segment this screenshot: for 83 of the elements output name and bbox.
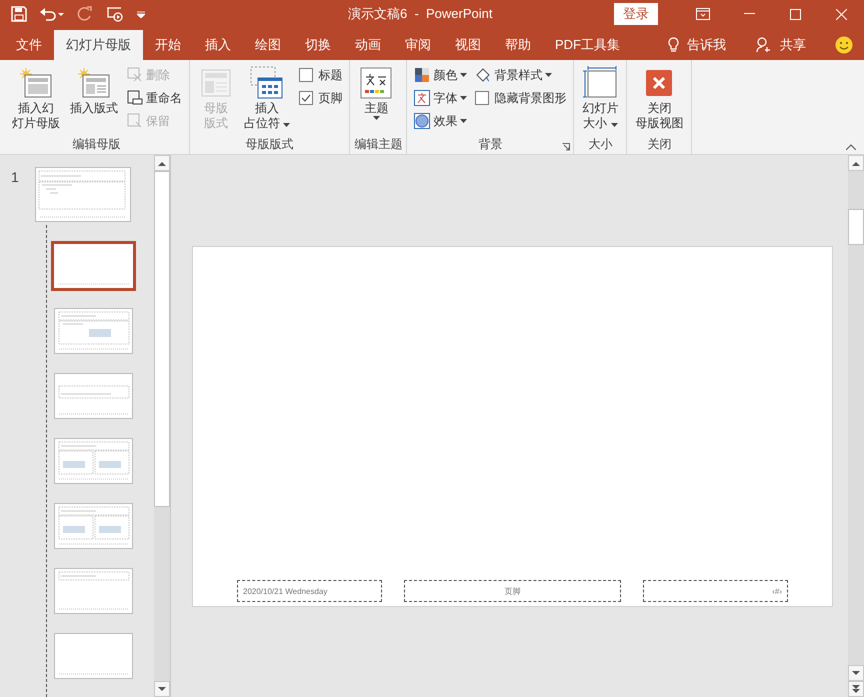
date-placeholder[interactable]: 2020/10/21 Wednesday xyxy=(237,580,382,602)
share-button[interactable]: 共享 xyxy=(744,36,820,54)
ribbon-checkbox[interactable]: 页脚 xyxy=(296,87,346,109)
ribbon-tab[interactable]: PDF工具集 xyxy=(543,30,632,60)
dialog-launcher-icon[interactable] xyxy=(562,143,570,151)
ribbon-button[interactable]: 关闭 母版视图 xyxy=(631,63,688,136)
slide-thumbnail[interactable] xyxy=(54,568,133,614)
ribbon-button[interactable]: 效果 xyxy=(411,110,470,132)
ribbon-button[interactable]: 颜色 xyxy=(411,64,470,86)
ribbon-tab[interactable]: 审阅 xyxy=(393,30,443,60)
footer-placeholder[interactable]: 页脚 xyxy=(404,580,621,602)
preserve-icon xyxy=(127,113,143,129)
ribbon-checkbox[interactable]: 隐藏背景图形 xyxy=(472,87,570,109)
scroll-up-button[interactable] xyxy=(154,155,170,171)
ribbon-button[interactable]: 重命名 xyxy=(124,87,185,109)
ribbon-tab[interactable]: 开始 xyxy=(143,30,193,60)
ribbon-checkbox[interactable]: 标题 xyxy=(296,64,346,86)
slide-number-placeholder[interactable]: ‹#› xyxy=(642,580,788,602)
checkbox-label: 标题 xyxy=(318,66,342,84)
slide-thumbnail[interactable] xyxy=(51,241,136,291)
checkbox-label: 隐藏背景图形 xyxy=(494,90,566,106)
slide-thumbnail[interactable] xyxy=(54,503,133,549)
lightbulb-icon xyxy=(668,37,679,53)
ribbon-button[interactable]: 字体 xyxy=(411,87,470,109)
down-arrow-icon xyxy=(158,686,166,692)
scrollbar-thumb[interactable] xyxy=(848,209,864,245)
tell-me-button[interactable]: 告诉我 xyxy=(656,36,740,54)
group-label: 母版版式 xyxy=(246,136,294,153)
group-label: 编辑母版 xyxy=(72,136,120,153)
ribbon-tab[interactable]: 幻灯片母版 xyxy=(54,30,143,60)
ribbon-button[interactable]: 插入版式 xyxy=(66,63,122,136)
close-icon xyxy=(646,70,672,96)
checkbox[interactable] xyxy=(299,68,314,82)
ribbon-tab[interactable]: 插入 xyxy=(193,30,243,60)
slide-number: 1 xyxy=(11,169,19,185)
group-label: 编辑主题 xyxy=(354,136,402,153)
placeholder-icon xyxy=(250,66,284,100)
slide-size-icon xyxy=(583,66,618,100)
ribbon-tab[interactable]: 帮助 xyxy=(493,30,543,60)
slide-thumbnail[interactable] xyxy=(54,308,133,354)
group-label: 背景 xyxy=(478,136,502,153)
layout-icon xyxy=(201,69,231,97)
ribbon-button[interactable]: 幻灯片 大小 xyxy=(578,63,622,136)
ribbon-tab[interactable]: 文件 xyxy=(4,30,54,60)
up-arrow-icon xyxy=(158,160,166,166)
ribbon-tab[interactable]: 动画 xyxy=(343,30,393,60)
scrollbar-thumb[interactable] xyxy=(154,171,170,507)
up-arrow-icon xyxy=(852,160,860,166)
slide-thumbnail[interactable] xyxy=(35,167,131,222)
login-button[interactable]: 登录 xyxy=(614,3,658,25)
ribbon-button[interactable]: 插入 占位符 xyxy=(240,63,294,136)
ribbon-button[interactable]: 插入幻 灯片母版 xyxy=(8,63,64,136)
paint-bucket-icon xyxy=(475,67,492,83)
slide-thumbnail[interactable] xyxy=(54,373,133,419)
window-title: 演示文稿6 - PowerPoint xyxy=(348,5,494,23)
effects-icon xyxy=(414,113,430,129)
group-label: 大小 xyxy=(588,136,612,153)
checkbox-label: 页脚 xyxy=(318,90,342,106)
scroll-up-button[interactable] xyxy=(848,155,864,171)
ribbon-tab[interactable]: 切换 xyxy=(293,30,343,60)
group-label: 关闭 xyxy=(647,136,672,153)
collapse-ribbon-icon[interactable] xyxy=(846,144,856,150)
fonts-icon xyxy=(414,90,430,106)
next-slide-button[interactable] xyxy=(848,681,864,697)
theme-icon xyxy=(360,67,392,99)
ribbon-button[interactable]: 背景样式 xyxy=(472,64,570,86)
slide-master-icon xyxy=(19,67,53,99)
rename-icon xyxy=(127,90,143,106)
slide-thumbnail[interactable] xyxy=(54,633,133,679)
ribbon-tab[interactable]: 绘图 xyxy=(243,30,293,60)
double-down-arrow-icon xyxy=(852,685,860,693)
layout-icon xyxy=(77,67,111,99)
colors-icon xyxy=(414,67,430,83)
down-arrow-icon xyxy=(852,670,860,676)
checkbox[interactable] xyxy=(475,91,490,105)
person-icon xyxy=(756,37,772,53)
delete-icon xyxy=(127,67,143,83)
scroll-down-button[interactable] xyxy=(154,681,170,697)
scroll-down-button[interactable] xyxy=(848,665,864,681)
ribbon-tab[interactable]: 视图 xyxy=(443,30,493,60)
checkbox[interactable] xyxy=(299,91,314,105)
ribbon-button[interactable]: 主题 xyxy=(354,63,398,136)
slide-thumbnail[interactable] xyxy=(54,438,133,484)
